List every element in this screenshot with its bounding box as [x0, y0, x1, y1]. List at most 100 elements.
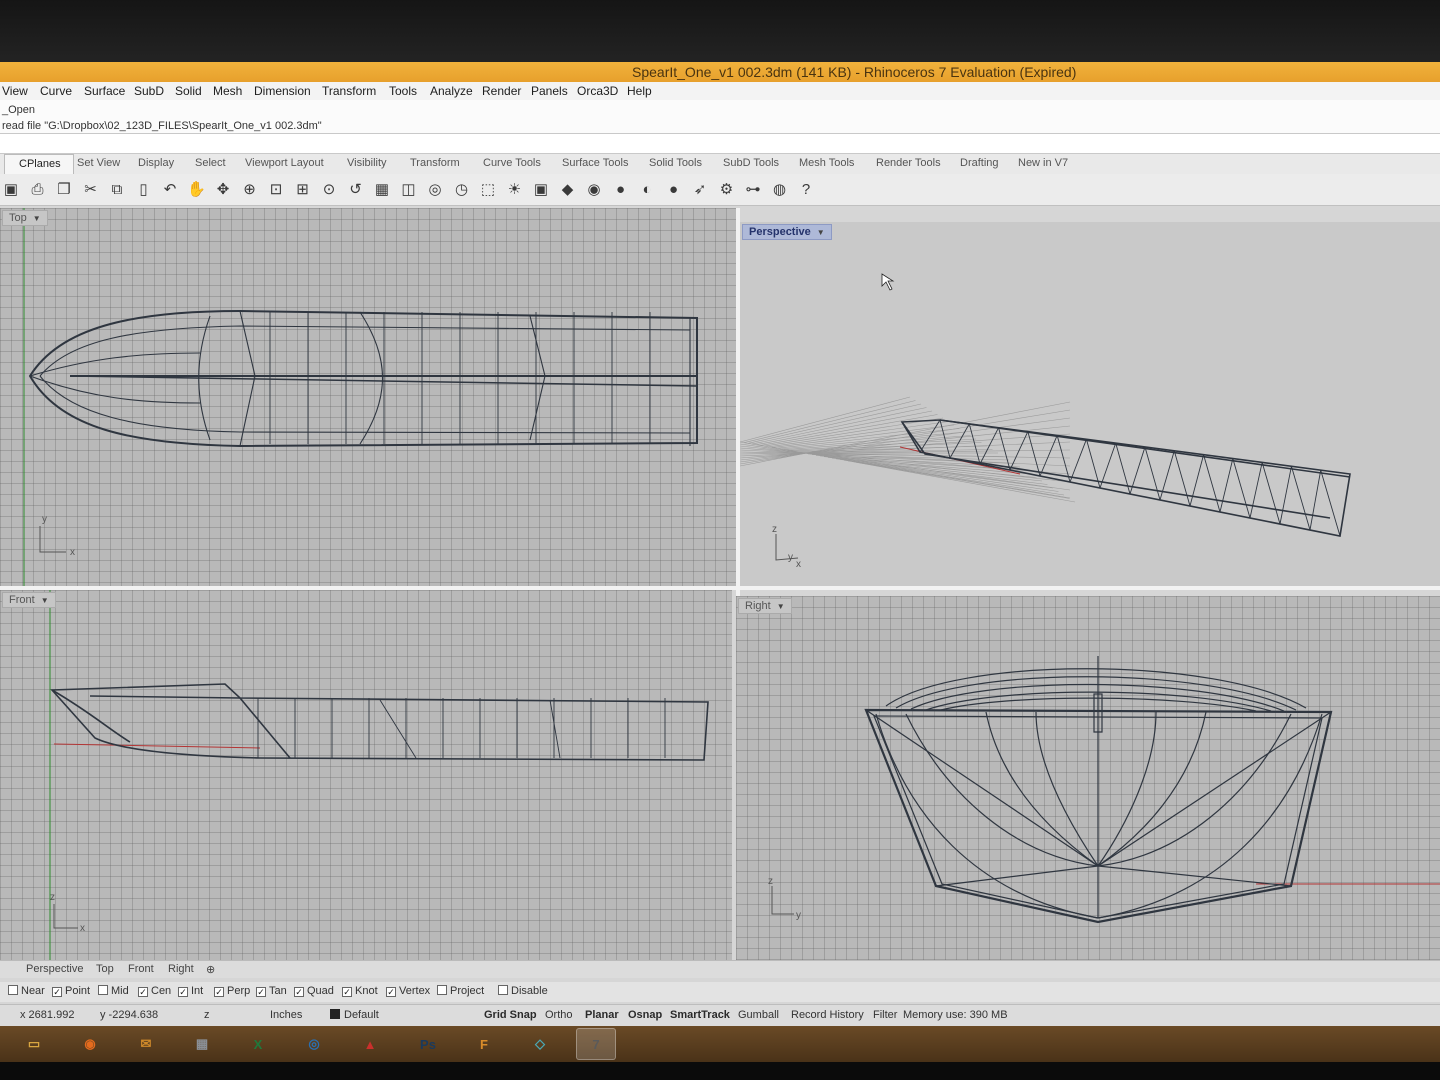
osnap-cen-checkbox[interactable]: ✓: [138, 987, 148, 997]
copy-icon[interactable]: ⧉: [106, 178, 128, 200]
layer-icon[interactable]: ◆: [557, 178, 579, 200]
named-view-icon[interactable]: ◫: [398, 178, 420, 200]
osnap-disable-checkbox[interactable]: [498, 985, 508, 995]
viewport-label-top[interactable]: Top ▼: [2, 210, 48, 226]
tab-set-view[interactable]: Set View: [77, 157, 120, 169]
undo-icon[interactable]: ↶: [159, 178, 181, 200]
menu-render[interactable]: Render: [482, 84, 521, 98]
camera-icon[interactable]: ◎: [424, 178, 446, 200]
gumball-toggle[interactable]: Gumball: [738, 1009, 779, 1021]
osnap-project-checkbox[interactable]: [437, 985, 447, 995]
osnap-quad-checkbox[interactable]: ✓: [294, 987, 304, 997]
viewport-perspective[interactable]: z y x Perspective ▼: [740, 222, 1440, 586]
menu-solid[interactable]: Solid: [175, 84, 202, 98]
grid-snap-toggle[interactable]: Grid Snap: [484, 1009, 537, 1021]
file-explorer-icon[interactable]: ▭: [14, 1028, 54, 1060]
help-icon[interactable]: ?: [795, 178, 817, 200]
viewport-tab-perspective[interactable]: Perspective: [26, 963, 83, 975]
undo-view-icon[interactable]: ↺: [345, 178, 367, 200]
menu-analyze[interactable]: Analyze: [430, 84, 473, 98]
viewport-label-front[interactable]: Front ▼: [2, 592, 56, 608]
light-bulb-icon[interactable]: ☀: [504, 178, 526, 200]
osnap-cen[interactable]: ✓ Cen: [138, 985, 171, 997]
outlook-icon[interactable]: ✉: [126, 1028, 166, 1060]
calculator-icon[interactable]: ▦: [182, 1028, 222, 1060]
viewport-tab-right[interactable]: Right: [168, 963, 194, 975]
viewport-front[interactable]: z x Front ▼: [0, 590, 732, 960]
rotate-view-icon[interactable]: ✥: [212, 178, 234, 200]
menu-dimension[interactable]: Dimension: [254, 84, 311, 98]
photoshop-icon[interactable]: Ps: [408, 1028, 448, 1060]
record-history-toggle[interactable]: Record History: [791, 1009, 864, 1021]
menu-curve[interactable]: Curve: [40, 84, 72, 98]
osnap-toggle[interactable]: Osnap: [628, 1009, 662, 1021]
tab-visibility[interactable]: Visibility: [347, 157, 387, 169]
osnap-quad[interactable]: ✓ Quad: [294, 985, 334, 997]
osnap-near[interactable]: Near: [8, 985, 45, 997]
tab-surface-tools[interactable]: Surface Tools: [562, 157, 628, 169]
chevron-down-icon[interactable]: ▼: [777, 602, 785, 611]
menu-view[interactable]: View: [2, 84, 28, 98]
tab-solid-tools[interactable]: Solid Tools: [649, 157, 702, 169]
chevron-down-icon[interactable]: ▼: [817, 228, 825, 237]
viewport-label-right[interactable]: Right ▼: [738, 598, 792, 614]
menu-mesh[interactable]: Mesh: [213, 84, 242, 98]
tab-select[interactable]: Select: [195, 157, 226, 169]
viewport-right[interactable]: z y Right ▼: [736, 596, 1440, 960]
tab-new-in-v7[interactable]: New in V7: [1018, 157, 1068, 169]
ortho-toggle[interactable]: Ortho: [545, 1009, 573, 1021]
blue-sphere-icon[interactable]: ●: [663, 178, 685, 200]
material-sphere-icon[interactable]: ●: [610, 178, 632, 200]
osnap-perp[interactable]: ✓ Perp: [214, 985, 250, 997]
tab-drafting[interactable]: Drafting: [960, 157, 999, 169]
menu-transform[interactable]: Transform: [322, 84, 376, 98]
lock-icon[interactable]: ▣: [530, 178, 552, 200]
gear-icon[interactable]: ⚙: [716, 178, 738, 200]
viewport-tab-front[interactable]: Front: [128, 963, 154, 975]
viewport-top[interactable]: y x Top ▼: [0, 208, 736, 586]
menu-panels[interactable]: Panels: [531, 84, 568, 98]
menu-surface[interactable]: Surface: [84, 84, 125, 98]
tab-curve-tools[interactable]: Curve Tools: [483, 157, 541, 169]
osnap-int[interactable]: ✓ Int: [178, 985, 203, 997]
osnap-mid-checkbox[interactable]: [98, 985, 108, 995]
osnap-vertex[interactable]: ✓ Vertex: [386, 985, 430, 997]
planar-toggle[interactable]: Planar: [585, 1009, 619, 1021]
osnap-point-checkbox[interactable]: ✓: [52, 987, 62, 997]
osnap-vertex-checkbox[interactable]: ✓: [386, 987, 396, 997]
tab-render-tools[interactable]: Render Tools: [876, 157, 941, 169]
viewport-tab-top[interactable]: Top: [96, 963, 114, 975]
select-icon[interactable]: ⬚: [477, 178, 499, 200]
render-sphere-icon[interactable]: ◐: [636, 178, 658, 200]
osnap-perp-checkbox[interactable]: ✓: [214, 987, 224, 997]
menu-orca3d[interactable]: Orca3D: [577, 84, 618, 98]
menu-help[interactable]: Help: [627, 84, 652, 98]
zoom-icon[interactable]: ⊕: [239, 178, 261, 200]
osnap-mid[interactable]: Mid: [98, 985, 129, 997]
clock-icon[interactable]: ◷: [451, 178, 473, 200]
maps-icon[interactable]: ◎: [294, 1028, 334, 1060]
notepad-icon[interactable]: ◇: [520, 1028, 560, 1060]
zoom-selected-icon[interactable]: ⊙: [318, 178, 340, 200]
osnap-near-checkbox[interactable]: [8, 985, 18, 995]
paste-icon[interactable]: ❐: [53, 178, 75, 200]
tree-icon[interactable]: ⊶: [742, 178, 764, 200]
menu-tools[interactable]: Tools: [389, 84, 417, 98]
chevron-down-icon[interactable]: ▼: [33, 214, 41, 223]
viewport-label-perspective[interactable]: Perspective ▼: [742, 224, 832, 240]
rhino-icon[interactable]: 7: [576, 1028, 616, 1060]
smarttrack-toggle[interactable]: SmartTrack: [670, 1009, 730, 1021]
tab-viewport-layout[interactable]: Viewport Layout: [245, 157, 324, 169]
filter-button[interactable]: Filter: [873, 1009, 897, 1021]
osnap-tan[interactable]: ✓ Tan: [256, 985, 287, 997]
tab-display[interactable]: Display: [138, 157, 174, 169]
osnap-project[interactable]: Project: [437, 985, 484, 997]
osnap-tan-checkbox[interactable]: ✓: [256, 987, 266, 997]
save-icon[interactable]: ▣: [0, 178, 22, 200]
firefox-icon[interactable]: ◉: [70, 1028, 110, 1060]
pan-hand-icon[interactable]: ✋: [186, 178, 208, 200]
tab-cplanes[interactable]: CPlanes: [4, 154, 74, 174]
fusion-icon[interactable]: F: [464, 1028, 504, 1060]
zoom-extents-icon[interactable]: ⊞: [292, 178, 314, 200]
osnap-disable[interactable]: Disable: [498, 985, 548, 997]
